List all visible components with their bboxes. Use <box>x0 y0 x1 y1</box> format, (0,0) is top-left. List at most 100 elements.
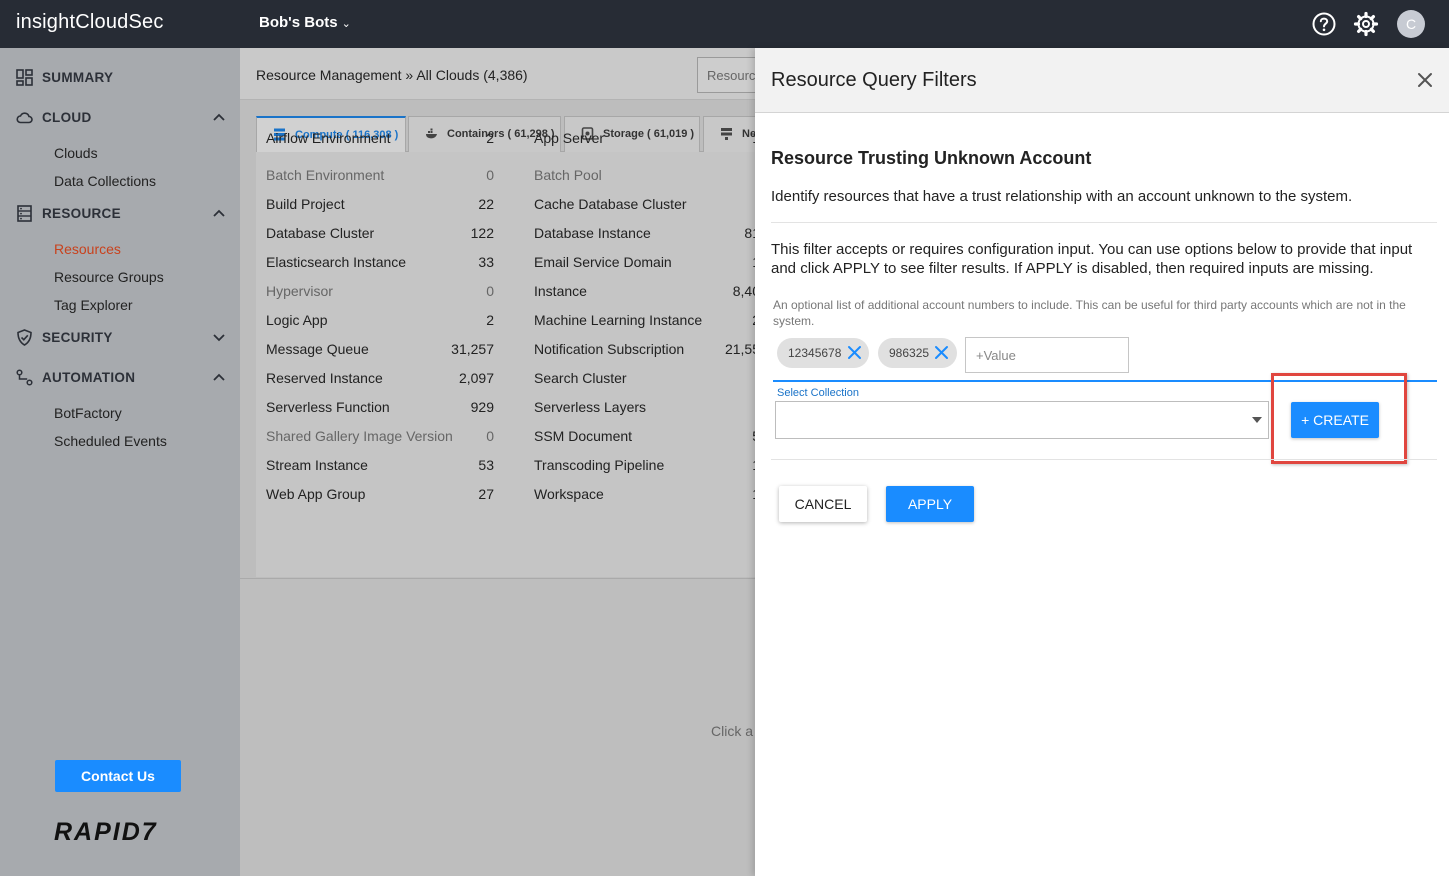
avatar[interactable]: C <box>1397 10 1425 38</box>
breadcrumb[interactable]: Resource Management » All Clouds (4,386) <box>256 67 528 83</box>
resource-count: 53 <box>478 457 494 473</box>
sidebar-section-label: AUTOMATION <box>42 370 136 385</box>
resource-type-link[interactable]: Airflow Environment <box>266 130 391 146</box>
resource-count: 27 <box>478 486 494 502</box>
resource-type-link[interactable]: Database Instance <box>534 225 651 241</box>
sidebar-item-summary[interactable]: SUMMARY <box>16 68 232 88</box>
resource-count: 2 <box>486 130 494 146</box>
resource-type-link[interactable]: Build Project <box>266 196 345 212</box>
resource-count: 33 <box>478 254 494 270</box>
sidebar-section-label: SECURITY <box>42 330 113 345</box>
resource-type-link[interactable]: Database Cluster <box>266 225 374 241</box>
sidebar-section-label: RESOURCE <box>42 206 121 221</box>
chevron-up-icon[interactable] <box>212 110 226 124</box>
resource-count: 81 <box>744 225 755 241</box>
resource-count: 21,55 <box>724 341 755 357</box>
resource-type-link[interactable]: Logic App <box>266 312 328 328</box>
resource-type-link[interactable]: Batch Pool <box>534 167 602 183</box>
tab-label: Storage ( 61,019 ) <box>603 128 695 140</box>
automation-icon <box>16 369 33 386</box>
resource-count: 31,257 <box>451 341 494 357</box>
containers-icon <box>426 128 437 139</box>
resource-type-panel <box>256 152 755 577</box>
chevron-up-icon[interactable] <box>212 206 226 220</box>
account-value-input[interactable] <box>965 337 1129 373</box>
resource-type-link[interactable]: Workspace <box>534 486 604 502</box>
resource-type-link[interactable]: Email Service Domain <box>534 254 672 270</box>
org-switcher[interactable]: Bob's Bots ⌄ <box>259 14 351 31</box>
cloud-icon <box>16 112 33 124</box>
sidebar-item-resource[interactable]: RESOURCE <box>16 204 232 224</box>
cancel-button[interactable]: CANCEL <box>779 486 867 522</box>
sidebar-item-botfactory[interactable]: BotFactory <box>54 405 122 421</box>
help-icon[interactable] <box>1311 11 1337 37</box>
highlight-box <box>1271 373 1407 464</box>
sidebar-item-security[interactable]: SECURITY <box>16 328 232 348</box>
main-content: Resource Management » All Clouds (4,386)… <box>240 48 755 876</box>
resource-type-link[interactable]: Machine Learning Instance <box>534 312 702 328</box>
sidebar-item-automation[interactable]: AUTOMATION <box>16 368 232 388</box>
sidebar-item-scheduled-events[interactable]: Scheduled Events <box>54 433 167 449</box>
apply-button[interactable]: APPLY <box>886 486 974 522</box>
resource-type-link[interactable]: Instance <box>534 283 587 299</box>
org-name: Bob's Bots <box>259 14 338 31</box>
resource-count: 929 <box>470 399 494 415</box>
resource-type-link[interactable]: Elasticsearch Instance <box>266 254 406 270</box>
resource-type-link[interactable]: Reserved Instance <box>266 370 383 386</box>
rapid7-logo: RAPID7 <box>54 818 158 846</box>
sidebar-item-tag-explorer[interactable]: Tag Explorer <box>54 297 133 313</box>
resource-count: 0 <box>486 167 494 183</box>
chip-value: 986325 <box>889 346 930 360</box>
select-collection-label: Select Collection <box>777 387 859 399</box>
chevron-up-icon[interactable] <box>212 370 226 384</box>
resource-type-link[interactable]: Search Cluster <box>534 370 627 386</box>
resource-type-link[interactable]: SSM Document <box>534 428 632 444</box>
breadcrumb-bar: Resource Management » All Clouds (4,386)… <box>240 48 755 100</box>
close-icon[interactable] <box>1417 72 1433 88</box>
resource-type-link[interactable]: Notification Subscription <box>534 341 684 357</box>
resource-type-link[interactable]: Message Queue <box>266 341 369 357</box>
sidebar-item-resources[interactable]: Resources <box>54 241 121 257</box>
resource-count: 8,40 <box>732 283 755 299</box>
resource-count: 2 <box>486 312 494 328</box>
network-icon <box>721 128 732 140</box>
chip-value: 12345678 <box>788 346 842 360</box>
sidebar-section-label: SUMMARY <box>42 70 114 85</box>
tab-network[interactable]: Ne <box>703 116 755 152</box>
resource-type-link[interactable]: Cache Database Cluster <box>534 196 687 212</box>
resource-type-link[interactable]: Stream Instance <box>266 457 368 473</box>
account-chip: 12345678 <box>777 338 869 368</box>
resource-search-input[interactable]: Resource <box>697 57 755 93</box>
shield-icon <box>17 329 32 346</box>
sidebar-item-data-collections[interactable]: Data Collections <box>54 173 156 189</box>
drawer-header: Resource Query Filters <box>755 48 1449 113</box>
resource-type-link[interactable]: Serverless Layers <box>534 399 646 415</box>
brand-logo[interactable]: insightCloudSec <box>16 11 164 34</box>
resource-icon <box>17 205 32 222</box>
resource-type-link[interactable]: Hypervisor <box>266 283 333 299</box>
remove-chip-icon[interactable] <box>934 345 949 360</box>
dashboard-icon <box>16 69 33 86</box>
contact-us-button[interactable]: Contact Us <box>55 760 181 792</box>
chevron-down-icon[interactable] <box>212 330 226 344</box>
sidebar-item-clouds[interactable]: Clouds <box>54 145 98 161</box>
resource-type-link[interactable]: Shared Gallery Image Version <box>266 428 453 444</box>
sidebar: SUMMARY CLOUD Clouds Data Collections RE… <box>0 48 240 876</box>
resource-count: 122 <box>470 225 494 241</box>
resource-type-link[interactable]: Web App Group <box>266 486 365 502</box>
resource-type-link[interactable]: Serverless Function <box>266 399 390 415</box>
resource-type-link[interactable]: Batch Environment <box>266 167 384 183</box>
resource-count: 0 <box>486 428 494 444</box>
sidebar-item-resource-groups[interactable]: Resource Groups <box>54 269 164 285</box>
dropdown-arrow-icon <box>1252 417 1262 423</box>
sidebar-item-cloud[interactable]: CLOUD <box>16 108 232 128</box>
gear-icon[interactable] <box>1353 11 1379 37</box>
filter-drawer: Resource Query Filters Resource Trusting… <box>755 48 1449 876</box>
remove-chip-icon[interactable] <box>847 345 862 360</box>
chevron-down-icon: ⌄ <box>341 18 351 30</box>
divider <box>771 222 1437 223</box>
filter-title: Resource Trusting Unknown Account <box>771 148 1092 168</box>
collection-select[interactable] <box>775 401 1269 439</box>
resource-type-link[interactable]: App Server <box>534 130 604 146</box>
resource-type-link[interactable]: Transcoding Pipeline <box>534 457 664 473</box>
